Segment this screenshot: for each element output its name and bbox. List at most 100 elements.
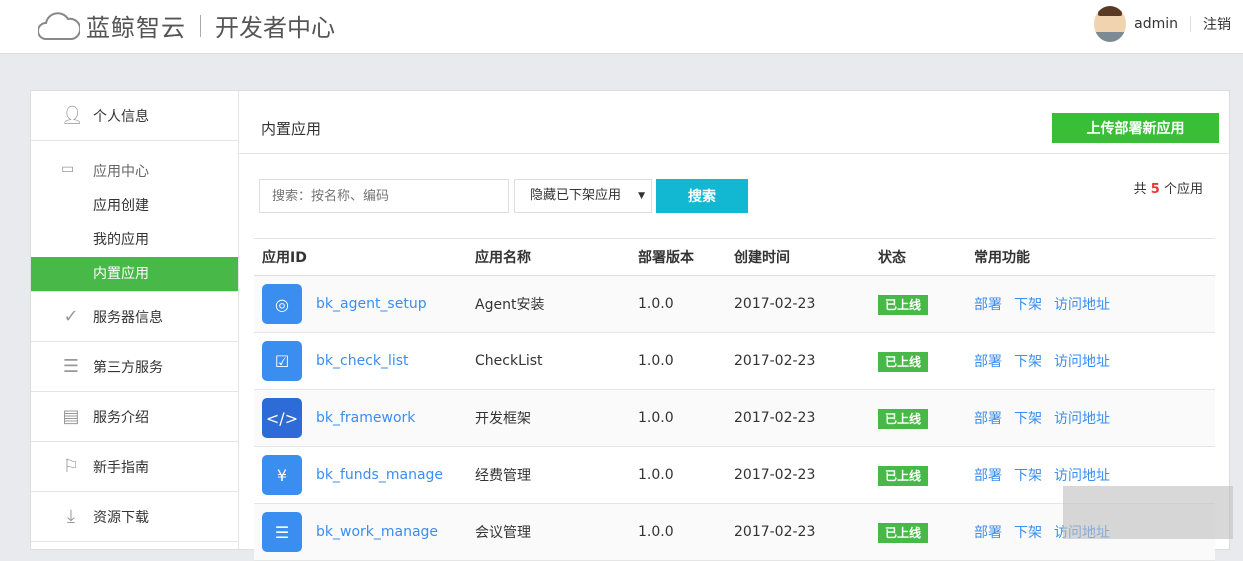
caret-down-icon: ▼ <box>638 191 645 201</box>
signpost-icon: ⚐ <box>62 455 80 477</box>
sidebar-item-my-apps[interactable]: 我的应用 <box>31 223 238 257</box>
app-created: 2017-02-23 <box>734 410 816 426</box>
app-id-cell: ☑ bk_check_list <box>254 341 475 381</box>
main-content: 内置应用 上传部署新应用 隐藏已下架应用 ▼ 搜索 共 5 个应用 应用ID 应用… <box>239 91 1229 561</box>
visit-url-link[interactable]: 访问地址 <box>1054 468 1110 484</box>
upload-app-button[interactable]: 上传部署新应用 <box>1052 113 1219 143</box>
app-name: 经费管理 <box>475 468 531 484</box>
sidebar-item-label: 资源下载 <box>93 509 149 526</box>
app-id-link[interactable]: bk_check_list <box>316 353 409 369</box>
app-created: 2017-02-23 <box>734 296 816 312</box>
actions-cell: 部署下架访问地址 <box>974 351 1215 371</box>
visit-url-link[interactable]: 访问地址 <box>1054 354 1110 370</box>
page-title: 内置应用 <box>261 120 322 138</box>
sidebar-item-service-intro[interactable]: ▤ 服务介绍 <box>31 392 238 442</box>
deploy-link[interactable]: 部署 <box>974 411 1002 427</box>
logo[interactable]: 蓝鲸智云 开发者中心 <box>38 8 335 43</box>
app-version: 1.0.0 <box>638 296 674 312</box>
deploy-link[interactable]: 部署 <box>974 468 1002 484</box>
app-icon[interactable]: ☑ <box>262 341 302 381</box>
download-icon: ⤓ <box>67 505 75 527</box>
app-name: Agent安装 <box>475 297 545 313</box>
status-badge: 已上线 <box>878 522 929 543</box>
sidebar-item-guide[interactable]: ⚐ 新手指南 <box>31 442 238 492</box>
deploy-link[interactable]: 部署 <box>974 297 1002 313</box>
offline-link[interactable]: 下架 <box>1014 411 1042 427</box>
column-header: 应用ID <box>262 250 307 266</box>
status-cell: 已上线 <box>878 351 974 372</box>
app-version: 1.0.0 <box>638 410 674 426</box>
offline-link[interactable]: 下架 <box>1014 468 1042 484</box>
app-created: 2017-02-23 <box>734 353 816 369</box>
sidebar-item-personal[interactable]: 👤︎ 个人信息 <box>31 91 238 141</box>
box-icon: ▭ <box>61 161 75 177</box>
app-created: 2017-02-23 <box>734 524 816 540</box>
app-id-link[interactable]: bk_framework <box>316 410 415 426</box>
app-created: 2017-02-23 <box>734 467 816 483</box>
app-icon[interactable]: ☰ <box>262 512 302 552</box>
filter-select[interactable]: 隐藏已下架应用 ▼ <box>514 179 652 213</box>
actions-cell: 部署下架访问地址 <box>974 408 1215 428</box>
offline-link[interactable]: 下架 <box>1014 297 1042 313</box>
table-row: ☑ bk_check_list CheckList 1.0.0 2017-02-2… <box>254 333 1215 390</box>
app-id-link[interactable]: bk_work_manage <box>316 524 438 540</box>
sidebar-item-app-center[interactable]: ▭ 应用中心 <box>31 141 238 185</box>
sidebar-item-downloads[interactable]: ⤓ 资源下载 <box>31 492 238 542</box>
avatar[interactable] <box>1094 6 1127 42</box>
search-input[interactable] <box>259 179 509 213</box>
sidebar-item-label: 个人信息 <box>93 108 149 125</box>
status-cell: 已上线 <box>878 465 974 486</box>
sidebar-item-server-info[interactable]: ✓ 服务器信息 <box>31 292 238 342</box>
divider <box>1190 16 1191 32</box>
actions-cell: 部署下架访问地址 <box>974 294 1215 314</box>
app-id-link[interactable]: bk_funds_manage <box>316 467 443 483</box>
column-header: 状态 <box>878 250 906 266</box>
app-icon[interactable]: ¥ <box>262 455 302 495</box>
cloud-logo-icon <box>38 11 80 40</box>
app-id-cell: ¥ bk_funds_manage <box>254 455 475 495</box>
app-icon[interactable]: ◎ <box>262 284 302 324</box>
column-header: 创建时间 <box>734 250 790 266</box>
sidebar-item-label: 服务器信息 <box>93 309 163 326</box>
deploy-link[interactable]: 部署 <box>974 525 1002 541</box>
deploy-link[interactable]: 部署 <box>974 354 1002 370</box>
app-id-cell: </> bk_framework <box>254 398 475 438</box>
offline-link[interactable]: 下架 <box>1014 354 1042 370</box>
sidebar-item-label: 第三方服务 <box>93 359 163 376</box>
sidebar-group-app-center: ▭ 应用中心 应用创建 我的应用 内置应用 <box>31 141 238 292</box>
sidebar-item-app-create[interactable]: 应用创建 <box>31 189 238 223</box>
app-name: 会议管理 <box>475 525 531 541</box>
app-id-link[interactable]: bk_agent_setup <box>316 296 427 312</box>
document-icon: ▤ <box>62 405 80 427</box>
title-bar: 内置应用 上传部署新应用 <box>239 91 1229 154</box>
filter-value: 隐藏已下架应用 <box>530 188 622 203</box>
app-name: CheckList <box>475 353 543 369</box>
status-badge: 已上线 <box>878 294 929 315</box>
logout-link[interactable]: 注销 <box>1203 14 1231 34</box>
app-icon[interactable]: </> <box>262 398 302 438</box>
sidebar-item-builtin-apps[interactable]: 内置应用 <box>31 257 238 291</box>
search-button[interactable]: 搜索 <box>656 179 748 213</box>
user-area: admin 注销 <box>1094 6 1231 42</box>
column-header: 常用功能 <box>974 250 1030 266</box>
username[interactable]: admin <box>1134 16 1178 32</box>
status-badge: 已上线 <box>878 351 929 372</box>
offline-link[interactable]: 下架 <box>1014 525 1042 541</box>
status-badge: 已上线 <box>878 465 929 486</box>
visit-url-link[interactable]: 访问地址 <box>1054 297 1110 313</box>
status-cell: 已上线 <box>878 522 974 543</box>
count-prefix: 共 <box>1133 182 1147 197</box>
count-value: 5 <box>1150 182 1160 197</box>
app-count: 共 5 个应用 <box>1134 178 1203 197</box>
sidebar-item-label: 新手指南 <box>93 459 149 476</box>
list-icon: ☰ <box>62 355 80 377</box>
check-circle-icon: ✓ <box>63 305 79 327</box>
floating-widget[interactable] <box>1063 486 1233 539</box>
app-version: 1.0.0 <box>638 467 674 483</box>
sidebar-item-third-party[interactable]: ☰ 第三方服务 <box>31 342 238 392</box>
table-header: 应用ID 应用名称 部署版本 创建时间 状态 常用功能 <box>254 239 1215 276</box>
sidebar-item-label: 服务介绍 <box>93 409 149 426</box>
actions-cell: 部署下架访问地址 <box>974 465 1215 485</box>
visit-url-link[interactable]: 访问地址 <box>1054 411 1110 427</box>
app-version: 1.0.0 <box>638 524 674 540</box>
